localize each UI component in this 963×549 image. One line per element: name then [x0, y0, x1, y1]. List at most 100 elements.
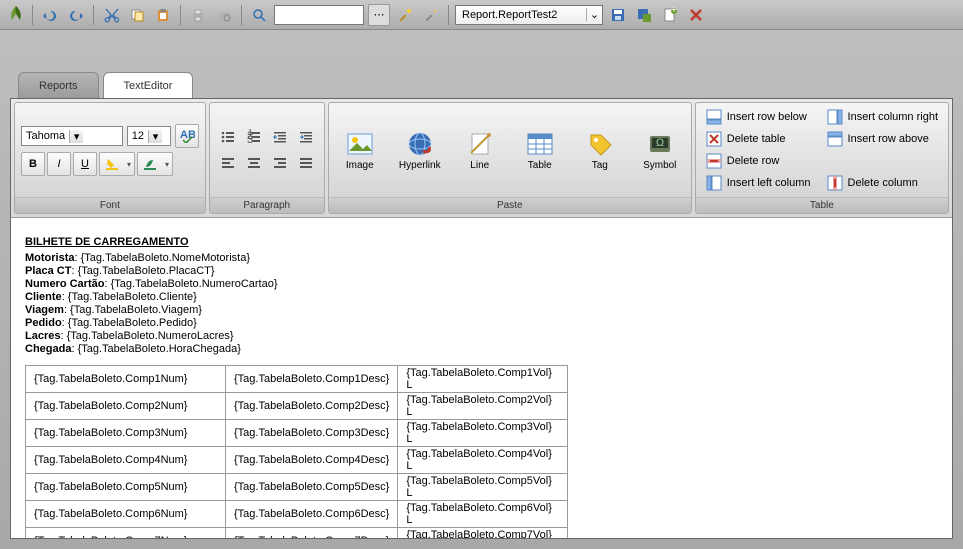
row-below-icon [706, 109, 722, 125]
table-cell: {Tag.TabelaBoleto.Comp6Desc} [226, 501, 398, 528]
save-button[interactable] [607, 4, 629, 26]
zoom-button[interactable] [248, 4, 270, 26]
insert-row-below-button[interactable]: Insert row below [702, 107, 815, 127]
table-cell: {Tag.TabelaBoleto.Comp5Num} [26, 474, 226, 501]
delete-row-icon [706, 153, 722, 169]
table-cell: {Tag.TabelaBoleto.Comp4Vol} L [398, 447, 568, 474]
tab-texteditor[interactable]: TextEditor [103, 72, 194, 98]
font-size-combo[interactable]: 12 ▾ [127, 126, 171, 146]
outdent-button[interactable] [268, 125, 292, 149]
doc-field: Lacres: {Tag.TabelaBoleto.NumeroLacres} [25, 330, 938, 342]
delete-row-button[interactable]: Delete row [702, 151, 815, 171]
underline-button[interactable]: U [73, 152, 97, 176]
cut-button[interactable] [100, 4, 122, 26]
table-cell: {Tag.TabelaBoleto.Comp3Vol} L [398, 420, 568, 447]
indent-button[interactable] [294, 125, 318, 149]
chevron-down-icon: ▾ [148, 130, 162, 143]
undo-button[interactable] [39, 4, 61, 26]
ribbon-group-font: Tahoma ▾ 12 ▾ ABC B I U [14, 102, 206, 214]
doc-title: BILHETE DE CARREGAMENTO [25, 236, 938, 248]
svg-text:+: + [671, 7, 677, 16]
insert-line-button[interactable]: Line [455, 122, 505, 178]
bold-button[interactable]: B [21, 152, 45, 176]
field-value: : {Tag.TabelaBoleto.Viagem} [64, 304, 202, 316]
row-above-icon [827, 131, 843, 147]
insert-row-above-button[interactable]: Insert row above [823, 129, 942, 149]
label: Delete table [727, 133, 786, 145]
doc-field: Placa CT: {Tag.TabelaBoleto.PlacaCT} [25, 265, 938, 277]
doc-field: Pedido: {Tag.TabelaBoleto.Pedido} [25, 317, 938, 329]
insert-image-button[interactable]: Image [335, 122, 385, 178]
wand2-button[interactable] [420, 4, 442, 26]
insert-tag-button[interactable]: Tag [575, 122, 625, 178]
insert-left-column-button[interactable]: Insert left column [702, 173, 815, 193]
delete-button[interactable] [685, 4, 707, 26]
table-cell: {Tag.TabelaBoleto.Comp1Num} [26, 366, 226, 393]
numbering-button[interactable]: 123 [242, 125, 266, 149]
redo-button[interactable] [65, 4, 87, 26]
tab-strip: Reports TextEditor [0, 70, 963, 98]
field-label: Pedido [25, 317, 62, 329]
image-icon [346, 130, 374, 158]
insert-column-right-button[interactable]: Insert column right [823, 107, 942, 127]
svg-text:Ω: Ω [656, 137, 664, 149]
insert-symbol-button[interactable]: Ω Symbol [635, 122, 685, 178]
report-selector[interactable]: Report.ReportTest2 ⌄ [455, 5, 603, 25]
doc-field: Cliente: {Tag.TabelaBoleto.Cliente} [25, 291, 938, 303]
delete-table-icon [706, 131, 722, 147]
new-button[interactable]: + [659, 4, 681, 26]
col-left-icon [706, 175, 722, 191]
save-as-button[interactable] [633, 4, 655, 26]
table-row: {Tag.TabelaBoleto.Comp2Num}{Tag.TabelaBo… [26, 393, 568, 420]
search-input[interactable] [274, 5, 364, 25]
tag-icon [586, 130, 614, 158]
font-color-button[interactable] [137, 152, 173, 176]
field-label: Placa CT [25, 265, 71, 277]
ribbon-group-table: Insert row below Insert column right Del… [695, 102, 949, 214]
field-label: Motorista [25, 252, 75, 264]
insert-table-button[interactable]: Table [515, 122, 565, 178]
label: Table [528, 160, 552, 171]
label: Delete column [848, 177, 918, 189]
app-logo-icon [6, 4, 26, 26]
tab-reports[interactable]: Reports [18, 72, 99, 98]
table-row: {Tag.TabelaBoleto.Comp4Num}{Tag.TabelaBo… [26, 447, 568, 474]
align-left-button[interactable] [216, 151, 240, 175]
field-label: Numero Cartão [25, 278, 104, 290]
table-cell: {Tag.TabelaBoleto.Comp6Vol} L [398, 501, 568, 528]
field-value: : {Tag.TabelaBoleto.Pedido} [62, 317, 197, 329]
table-cell: {Tag.TabelaBoleto.Comp2Vol} L [398, 393, 568, 420]
font-family-combo[interactable]: Tahoma ▾ [21, 126, 123, 146]
insert-hyperlink-button[interactable]: Hyperlink [395, 122, 445, 178]
label: Symbol [643, 160, 676, 171]
wand1-button[interactable] [394, 4, 416, 26]
table-cell: {Tag.TabelaBoleto.Comp3Num} [26, 420, 226, 447]
field-value: : {Tag.TabelaBoleto.Cliente} [62, 291, 197, 303]
paste-button[interactable] [152, 4, 174, 26]
table-cell: {Tag.TabelaBoleto.Comp4Desc} [226, 447, 398, 474]
editor-workspace: Tahoma ▾ 12 ▾ ABC B I U [10, 98, 953, 539]
top-toolbar: ⋯ Report.ReportTest2 ⌄ + [0, 0, 963, 30]
print-button[interactable] [187, 4, 209, 26]
print-preview-button[interactable] [213, 4, 235, 26]
align-justify-button[interactable] [294, 151, 318, 175]
bullets-button[interactable] [216, 125, 240, 149]
delete-table-button[interactable]: Delete table [702, 129, 815, 149]
delete-column-button[interactable]: Delete column [823, 173, 942, 193]
field-label: Chegada [25, 343, 71, 355]
copy-button[interactable] [126, 4, 148, 26]
symbol-icon: Ω [646, 130, 674, 158]
options-button[interactable]: ⋯ [368, 4, 390, 26]
spellcheck-button[interactable]: ABC [175, 124, 199, 148]
label: Hyperlink [399, 160, 441, 171]
align-right-button[interactable] [268, 151, 292, 175]
italic-button[interactable]: I [47, 152, 71, 176]
table-cell: {Tag.TabelaBoleto.Comp7Num} [26, 528, 226, 539]
label: Insert column right [848, 111, 938, 123]
doc-field: Chegada: {Tag.TabelaBoleto.HoraChegada} [25, 343, 938, 355]
field-label: Viagem [25, 304, 64, 316]
document-canvas[interactable]: BILHETE DE CARREGAMENTO Motorista : {Tag.… [11, 218, 952, 538]
highlight-color-button[interactable] [99, 152, 135, 176]
delete-col-icon [827, 175, 843, 191]
align-center-button[interactable] [242, 151, 266, 175]
